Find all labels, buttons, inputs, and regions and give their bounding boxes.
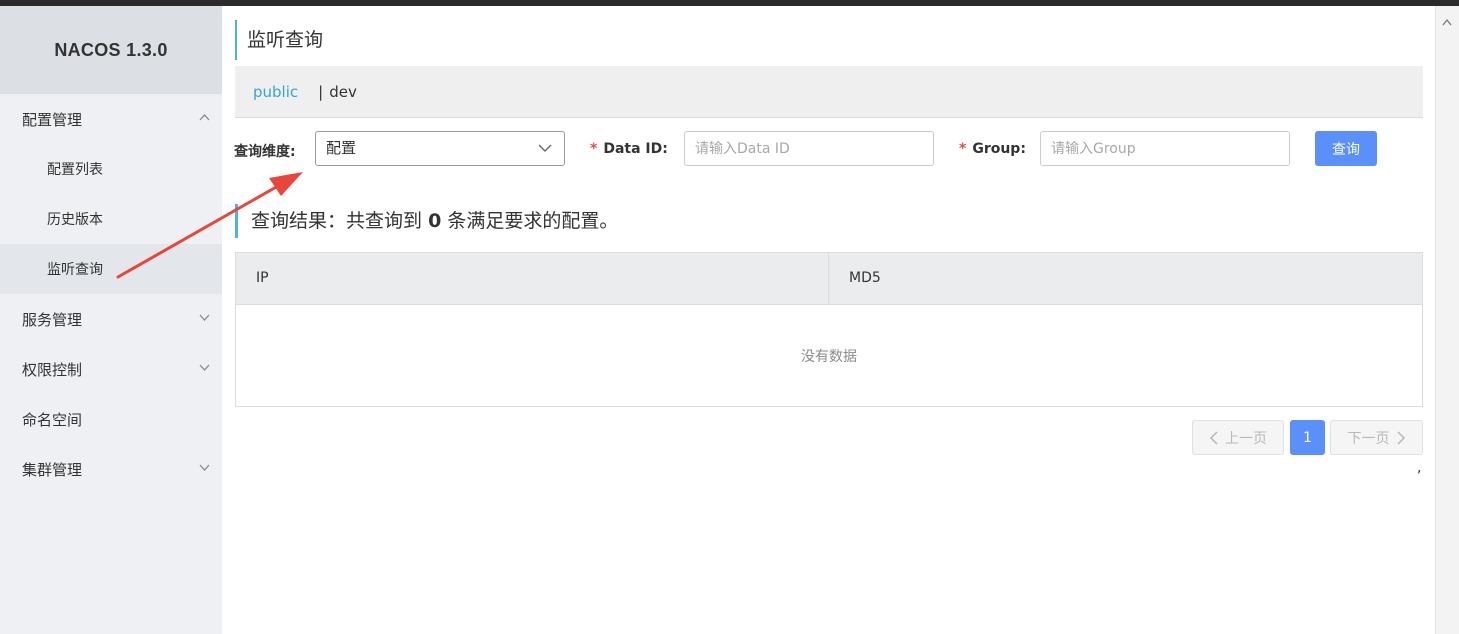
- dimension-select-value: 配置: [326, 139, 357, 157]
- result-count: 0: [428, 210, 442, 232]
- chevron-down-icon: [199, 464, 210, 471]
- chevron-down-icon: [199, 364, 210, 371]
- dataid-label-text: Data ID:: [603, 141, 668, 157]
- dimension-label: 查询维度:: [234, 144, 296, 160]
- chevron-down-icon: [538, 144, 552, 152]
- sidebar: NACOS 1.3.0 配置管理 配置列表 历史版本 监听查询 服务管理 权限控…: [0, 6, 222, 634]
- result-summary: 查询结果：共查询到 0 条满足要求的配置。: [235, 204, 618, 238]
- namespace-dev-link[interactable]: dev: [329, 83, 357, 101]
- dataid-label: * Data ID:: [590, 141, 668, 157]
- sidebar-item-label: 监听查询: [47, 262, 103, 278]
- group-label: * Group:: [959, 141, 1026, 157]
- sidebar-item-access-control[interactable]: 权限控制: [0, 344, 222, 394]
- sidebar-item-label: 命名空间: [22, 410, 83, 429]
- chevron-left-icon: [1209, 430, 1218, 445]
- sidebar-item-listener-query[interactable]: 监听查询: [0, 244, 222, 294]
- column-header-ip[interactable]: IP: [236, 253, 829, 304]
- result-prefix: 查询结果：共查询到: [251, 210, 423, 232]
- scroll-up-arrow-icon[interactable]: [1442, 18, 1452, 26]
- sidebar-item-service-management[interactable]: 服务管理: [0, 294, 222, 344]
- namespace-separator: |: [318, 82, 324, 101]
- vertical-scrollbar[interactable]: [1435, 6, 1459, 634]
- sidebar-item-label: 集群管理: [22, 460, 83, 479]
- table-header: IP MD5: [236, 253, 1422, 305]
- sidebar-item-label: 配置管理: [22, 110, 83, 129]
- sidebar-item-namespace[interactable]: 命名空间: [0, 394, 222, 444]
- namespace-public-link[interactable]: public: [253, 83, 298, 101]
- namespace-bar: public | dev: [235, 66, 1423, 118]
- sidebar-item-label: 配置列表: [47, 162, 103, 178]
- main-content: 监听查询 public | dev 查询维度: 配置 * Data ID: * Gr…: [222, 6, 1435, 634]
- sidebar-item-label: 历史版本: [47, 212, 103, 228]
- sidebar-item-config-management[interactable]: 配置管理: [0, 94, 222, 144]
- trailing-mark: ,: [1417, 460, 1422, 476]
- sidebar-item-history[interactable]: 历史版本: [0, 194, 222, 244]
- prev-page-label: 上一页: [1225, 430, 1267, 447]
- chevron-up-icon: [199, 114, 210, 121]
- result-suffix: 条满足要求的配置。: [447, 210, 619, 232]
- page-number-button[interactable]: 1: [1290, 420, 1325, 455]
- sidebar-item-config-list[interactable]: 配置列表: [0, 144, 222, 194]
- query-button[interactable]: 查询: [1315, 131, 1377, 166]
- required-mark: *: [590, 141, 598, 157]
- group-label-text: Group:: [972, 141, 1026, 157]
- next-page-label: 下一页: [1347, 430, 1390, 447]
- column-header-md5[interactable]: MD5: [829, 253, 1422, 304]
- prev-page-button: 上一页: [1192, 420, 1284, 455]
- page-title: 监听查询: [235, 20, 323, 60]
- next-page-button: 下一页: [1330, 420, 1423, 455]
- sidebar-item-label: 服务管理: [22, 310, 83, 329]
- chevron-down-icon: [199, 314, 210, 321]
- sidebar-item-cluster-management[interactable]: 集群管理: [0, 444, 222, 494]
- brand-title: NACOS 1.3.0: [0, 6, 222, 94]
- group-input[interactable]: [1040, 131, 1290, 166]
- table-empty-text: 没有数据: [801, 348, 857, 365]
- required-mark: *: [959, 141, 967, 157]
- dataid-input[interactable]: [684, 131, 934, 166]
- dimension-select[interactable]: 配置: [315, 131, 565, 166]
- chevron-right-icon: [1396, 430, 1405, 445]
- listener-table: IP MD5 没有数据: [235, 252, 1423, 407]
- sidebar-item-label: 权限控制: [22, 360, 83, 379]
